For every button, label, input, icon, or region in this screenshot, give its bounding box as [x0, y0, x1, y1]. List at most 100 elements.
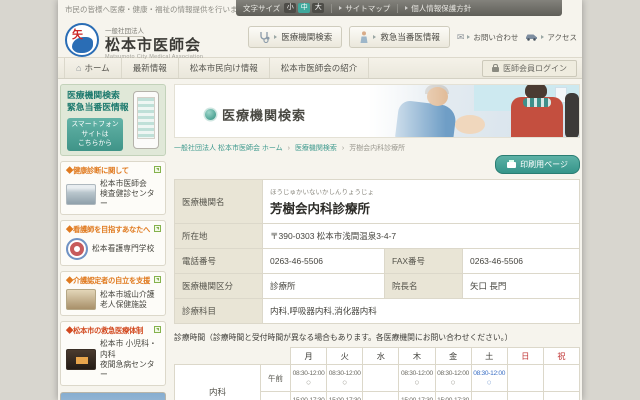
day-fri: 金 [435, 348, 471, 365]
am-thu: 08:30-12:00○ [399, 365, 435, 392]
print-row: 印刷用ページ [174, 155, 580, 174]
page-title: 医療機関検索 [205, 105, 306, 124]
name-label: 医療機関名 [175, 180, 263, 224]
am-sat: 08:30-12:00○ [471, 365, 507, 392]
sidebar-banner-nursing-school[interactable]: ◆看護師を目指すあなたへ 松本看護専門学校 [60, 220, 166, 266]
clinic-fax: 0263-46-5506 [463, 249, 580, 274]
director-label: 院長名 [385, 274, 463, 299]
breadcrumb-home-link[interactable]: 一般社団法人 松本市医師会 ホーム [174, 145, 283, 152]
clinic-name-kana: ほうじゅかいないかしんりょうじょ [270, 186, 572, 196]
triangle-icon [467, 35, 470, 39]
printer-icon [507, 162, 516, 168]
day-thu: 木 [399, 348, 435, 365]
page: 市民の皆様へ医療・健康・福祉の情報提供を行います。 文字サイズ 小 中 大 サイ… [58, 0, 582, 400]
care-facility-thumbnail [66, 289, 96, 310]
nav-home[interactable]: ⌂ ホーム [64, 58, 122, 78]
citizens-info-banner[interactable]: ・松本市民向け情報 [60, 392, 166, 400]
site-header: 矢 一般社団法人 松本市医師会 Matsumoto City Medical A… [58, 17, 582, 57]
smartphone-site-button[interactable]: スマートフォン サイトは こちらから [67, 118, 123, 151]
divider [331, 4, 332, 13]
nav-citizens-info[interactable]: 松本市民向け情報 [179, 58, 270, 78]
font-size-small-button[interactable]: 小 [284, 3, 296, 13]
am-wed [363, 365, 399, 392]
am-label: 午前 [261, 365, 291, 392]
day-mon: 月 [291, 348, 327, 365]
member-login-button[interactable]: 医師会員ログイン [482, 60, 577, 77]
site-logo[interactable]: 矢 一般社団法人 松本市医師会 Matsumoto City Medical A… [65, 20, 203, 60]
sidebar: 医療機関検索 緊急当番医情報 スマートフォン サイトは こちらから ◆健康診断に… [60, 84, 166, 400]
external-link-icon [154, 225, 161, 232]
sidebar-banner-care-facility[interactable]: ◆介護認定者の自立を支援 松本市城山介護老人保健施設 [60, 271, 166, 316]
schedule-note: 診療時間（診療時間と受付時間が異なる場合もあります。各医療機関にお問い合わせくだ… [174, 332, 580, 343]
table-row: 診療科目 内科,呼吸器内科,消化器内科 [175, 299, 580, 324]
logo-text: 一般社団法人 松本市医師会 Matsumoto City Medical Ass… [105, 20, 203, 60]
mail-icon: ✉ [457, 33, 465, 42]
external-link-icon [154, 166, 161, 173]
day-tue: 火 [327, 348, 363, 365]
smartphone-screen [137, 97, 155, 139]
pm-thu: 15:00-17:30○ [399, 392, 435, 400]
org-name-en: Matsumoto City Medical Association [105, 54, 203, 60]
breadcrumb: 一般社団法人 松本市医師会 ホーム › 医療機関検索 › 芳樹会内科診療所 [174, 143, 580, 153]
triangle-icon [373, 35, 376, 39]
car-icon [525, 33, 538, 41]
smartphone-image [133, 91, 159, 149]
am-fri: 08:30-12:00○ [435, 365, 471, 392]
day-sat: 土 [471, 348, 507, 365]
emblem-character: 矢 [72, 26, 83, 42]
schedule-department: 内科 [175, 365, 261, 400]
fax-label: FAX番号 [385, 249, 463, 274]
tel-label: 電話番号 [175, 249, 263, 274]
font-size-medium-button[interactable]: 中 [298, 3, 310, 13]
doctor-figure-icon [359, 31, 369, 43]
smartphone-site-banner[interactable]: 医療機関検索 緊急当番医情報 スマートフォン サイトは こちらから [60, 84, 166, 156]
sitemap-link[interactable]: サイトマップ [339, 3, 390, 14]
clinic-tel: 0263-46-5506 [263, 249, 385, 274]
nav-about[interactable]: 松本市医師会の紹介 [270, 58, 370, 78]
pm-tue: 15:00-17:30○ [327, 392, 363, 400]
utility-bar: 文字サイズ 小 中 大 サイトマップ 個人情報保護方針 [236, 0, 562, 16]
am-tue: 08:30-12:00○ [327, 365, 363, 392]
top-bar: 市民の皆様へ医療・健康・福祉の情報提供を行います。 文字サイズ 小 中 大 サイ… [58, 0, 582, 17]
clinic-name-cell: ほうじゅかいないかしんりょうじょ 芳樹会内科診療所 [263, 180, 580, 224]
am-mon: 08:30-12:00○ [291, 365, 327, 392]
external-link-icon [154, 326, 161, 333]
table-row: 所在地 〒390-0303 松本市浅間温泉3-4-7 [175, 224, 580, 249]
content: 医療機関検索 緊急当番医情報 スマートフォン サイトは こちらから ◆健康診断に… [58, 79, 582, 400]
org-name: 松本市医師会 [105, 38, 203, 54]
print-page-button[interactable]: 印刷用ページ [495, 155, 580, 174]
medical-search-button[interactable]: 医療機関検索 [248, 26, 342, 48]
breadcrumb-search-link[interactable]: 医療機関検索 [295, 145, 337, 152]
table-row: 電話番号 0263-46-5506 FAX番号 0263-46-5506 [175, 249, 580, 274]
stethoscope-icon [258, 31, 270, 43]
am-hol [543, 365, 579, 392]
breadcrumb-current: 芳樹会内科診療所 [349, 145, 405, 152]
home-icon: ⌂ [76, 64, 81, 73]
day-sun: 日 [507, 348, 543, 365]
pm-wed [363, 392, 399, 400]
page-title-banner: 医療機関検索 [174, 84, 580, 138]
access-link[interactable]: アクセス [525, 32, 577, 43]
sidebar-banner-emergency-center[interactable]: ◆松本市の救急医療体制 松本市 小児科・内科夜間急病センター [60, 321, 166, 386]
font-size-label: 文字サイズ [243, 3, 280, 14]
privacy-policy-link[interactable]: 個人情報保護方針 [405, 3, 471, 14]
font-size-switcher: 小 中 大 [284, 3, 324, 13]
schedule-am-row: 内科 午前 08:30-12:00○ 08:30-12:00○ 08:30-12… [175, 365, 580, 392]
site-tagline: 市民の皆様へ医療・健康・福祉の情報提供を行います。 [65, 4, 252, 15]
am-sun [507, 365, 543, 392]
night-clinic-thumbnail [66, 349, 96, 370]
clinic-departments: 内科,呼吸器内科,消化器内科 [263, 299, 580, 324]
nav-news[interactable]: 最新情報 [122, 58, 179, 78]
triangle-icon [274, 35, 277, 39]
doctor-photo [351, 85, 579, 137]
triangle-icon [405, 6, 408, 10]
pm-label: 午後 [261, 392, 291, 400]
contact-link[interactable]: ✉ お問い合わせ [457, 32, 519, 43]
font-size-large-button[interactable]: 大 [312, 3, 324, 13]
sidebar-banner-health-check[interactable]: ◆健康診断に関して 松本市医師会検査健診センター [60, 161, 166, 215]
emergency-duty-button[interactable]: 救急当番医情報 [349, 26, 450, 48]
type-label: 医療機関区分 [175, 274, 263, 299]
address-label: 所在地 [175, 224, 263, 249]
clinic-director: 矢口 長門 [463, 274, 580, 299]
school-logo-thumbnail [66, 238, 88, 260]
